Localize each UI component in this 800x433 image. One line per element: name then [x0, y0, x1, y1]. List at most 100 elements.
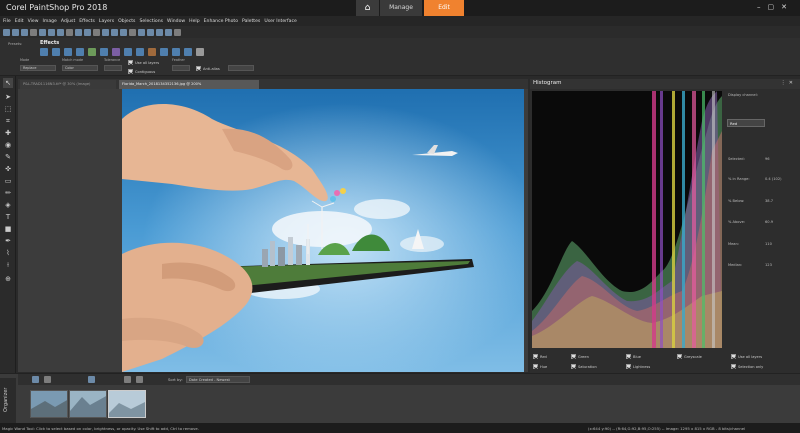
greyscale-channel-option[interactable]: Greyscale — [677, 354, 702, 359]
lightness-channel-option[interactable]: Lightness — [626, 364, 650, 369]
effect-preset-4-icon[interactable] — [76, 48, 84, 56]
actual-size-icon[interactable] — [165, 28, 172, 36]
selection-only-option[interactable]: Selection only — [731, 364, 763, 369]
match-mode-select[interactable]: Color — [62, 65, 98, 71]
menu-user-interface[interactable]: User Interface — [264, 19, 297, 24]
organizer-rotate-right-icon[interactable] — [136, 376, 143, 383]
crop-icon[interactable] — [93, 28, 100, 36]
pan-tool-icon[interactable]: ↖ — [3, 78, 13, 88]
photo-canvas[interactable] — [122, 89, 524, 372]
crop-tool-icon[interactable]: ⌗ — [3, 116, 13, 126]
lightness-checkbox[interactable] — [626, 364, 631, 369]
effect-preset-2-icon[interactable] — [52, 48, 60, 56]
flip-icon[interactable] — [111, 28, 118, 36]
thumbnail-2[interactable] — [69, 390, 107, 418]
warp-tool-icon[interactable]: ⌇ — [3, 248, 13, 258]
menu-effects[interactable]: Effects — [79, 19, 95, 24]
mode-select[interactable]: Replace — [20, 65, 56, 71]
settings-icon[interactable] — [174, 28, 181, 36]
sort-select[interactable]: Date Created - Newest — [186, 376, 250, 383]
dropper-tool-icon[interactable]: ⍿ — [3, 260, 13, 270]
selection-only-checkbox[interactable] — [731, 364, 736, 369]
green-checkbox[interactable] — [571, 354, 576, 359]
panel-controls[interactable]: ⋮✕ — [781, 80, 796, 86]
rotate-icon[interactable] — [102, 28, 109, 36]
saturation-channel-option[interactable]: Saturation — [571, 364, 597, 369]
menu-image[interactable]: Image — [43, 19, 57, 24]
organizer-tag-icon[interactable] — [44, 376, 51, 383]
saturation-checkbox[interactable] — [571, 364, 576, 369]
effect-preset-1-icon[interactable] — [40, 48, 48, 56]
fit-icon[interactable] — [156, 28, 163, 36]
thumbnail-1[interactable] — [30, 390, 68, 418]
menu-window[interactable]: Window — [167, 19, 185, 24]
hue-checkbox[interactable] — [533, 364, 538, 369]
effect-preset-5-icon[interactable] — [88, 48, 96, 56]
effect-preset-6-icon[interactable] — [100, 48, 108, 56]
channel-select[interactable]: Red — [727, 119, 765, 127]
effect-preset-9-icon[interactable] — [136, 48, 144, 56]
use-all-layers-histogram-checkbox[interactable] — [731, 354, 736, 359]
menu-layers[interactable]: Layers — [99, 19, 114, 24]
contiguous-checkbox[interactable] — [128, 69, 133, 74]
menu-help[interactable]: Help — [189, 19, 199, 24]
menu-edit[interactable]: Edit — [15, 19, 24, 24]
pick-tool-icon[interactable]: ➤ — [3, 92, 13, 102]
menu-selections[interactable]: Selections — [139, 19, 163, 24]
straighten-tool-icon[interactable]: ✚ — [3, 128, 13, 138]
green-channel-option[interactable]: Green — [571, 354, 589, 359]
organizer-rotate-left-icon[interactable] — [124, 376, 131, 383]
red-checkbox[interactable] — [533, 354, 538, 359]
share-icon[interactable] — [66, 28, 73, 36]
effect-preset-14-icon[interactable] — [196, 48, 204, 56]
greyscale-checkbox[interactable] — [677, 354, 682, 359]
document-tab-1[interactable]: P&L-TRAD1116N3.tif* @ 30% (Image) — [20, 80, 116, 89]
menu-adjust[interactable]: Adjust — [61, 19, 75, 24]
save-icon[interactable] — [21, 28, 28, 36]
eraser-tool-icon[interactable]: ▭ — [3, 176, 13, 186]
contiguous-option[interactable]: Contiguous — [128, 69, 155, 74]
image-icon[interactable] — [120, 28, 127, 36]
antialias-option[interactable]: Anti-alias — [196, 66, 220, 71]
thumbnail-3[interactable] — [108, 390, 146, 418]
copy-icon[interactable] — [48, 28, 55, 36]
document-tab-2[interactable]: Florida_March_2018134352136.jpg @ 200% — [119, 80, 259, 89]
tab-manage[interactable]: Manage — [380, 0, 422, 16]
hue-channel-option[interactable]: Hue — [533, 364, 547, 369]
red-channel-option[interactable]: Red — [533, 354, 547, 359]
fill-tool-icon[interactable]: ◈ — [3, 200, 13, 210]
clone-tool-icon[interactable]: ✜ — [3, 164, 13, 174]
tolerance-input[interactable] — [104, 65, 122, 71]
text-tool-icon[interactable]: T — [3, 212, 13, 222]
layers-icon[interactable] — [129, 28, 136, 36]
selection-tool-icon[interactable]: ⬚ — [3, 104, 13, 114]
zoom-out-icon[interactable] — [147, 28, 154, 36]
effect-preset-12-icon[interactable] — [172, 48, 180, 56]
tab-edit[interactable]: Edit — [424, 0, 464, 16]
feather-input[interactable] — [172, 65, 190, 71]
more-tools-icon[interactable]: ⊕ — [3, 274, 13, 284]
antialias-checkbox[interactable] — [196, 66, 201, 71]
shape-tool-icon[interactable]: ■ — [3, 224, 13, 234]
pen-tool-icon[interactable]: ✒ — [3, 236, 13, 246]
new-file-icon[interactable] — [3, 28, 10, 36]
menu-palettes[interactable]: Palettes — [242, 19, 260, 24]
home-button[interactable]: ⌂ — [356, 0, 379, 16]
use-all-layers-option[interactable]: Use all layers — [128, 60, 159, 65]
open-icon[interactable] — [12, 28, 19, 36]
makeover-tool-icon[interactable]: ✎ — [3, 152, 13, 162]
menu-objects[interactable]: Objects — [118, 19, 135, 24]
use-all-layers-histogram-option[interactable]: Use all layers — [731, 354, 762, 359]
antialias-select[interactable] — [228, 65, 254, 71]
print-icon[interactable] — [30, 28, 37, 36]
paint-brush-tool-icon[interactable]: ✏ — [3, 188, 13, 198]
paste-icon[interactable] — [57, 28, 64, 36]
zoom-in-icon[interactable] — [138, 28, 145, 36]
undo-icon[interactable] — [75, 28, 82, 36]
redo-icon[interactable] — [84, 28, 91, 36]
menu-file[interactable]: File — [3, 19, 11, 24]
use-all-layers-checkbox[interactable] — [128, 60, 133, 65]
organizer-view-icon[interactable] — [32, 376, 39, 383]
organizer-info-icon[interactable] — [88, 376, 95, 383]
menu-view[interactable]: View — [28, 19, 39, 24]
